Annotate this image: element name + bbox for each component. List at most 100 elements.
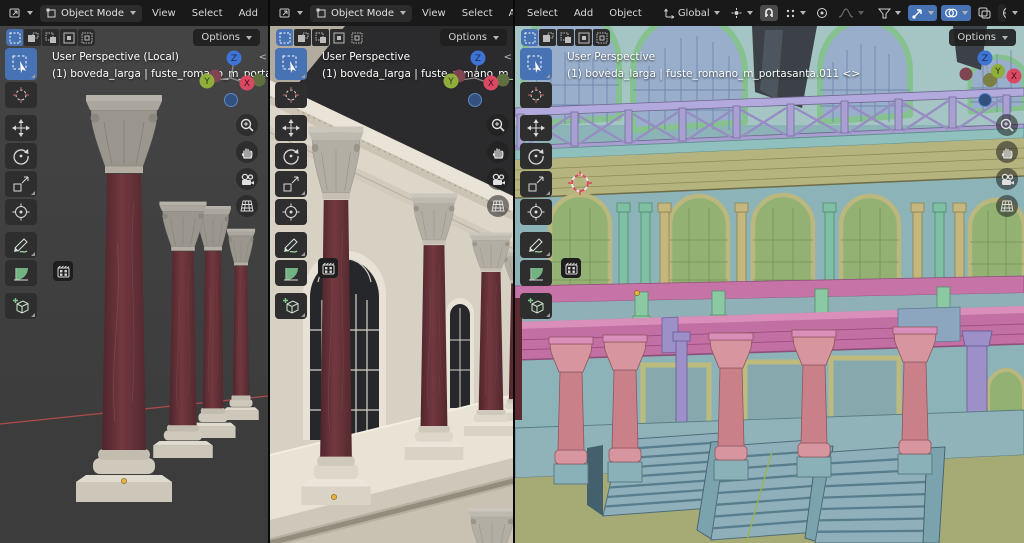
zoom-icon[interactable] (996, 114, 1018, 136)
pan-hand-icon[interactable] (487, 141, 509, 163)
tool-transform[interactable] (275, 199, 307, 225)
tool-annotate[interactable] (520, 232, 552, 258)
camera-icon[interactable] (487, 168, 509, 190)
clapper-icon[interactable] (318, 258, 338, 278)
navigation-axis-gizmo[interactable]: Z Y X (442, 50, 512, 112)
tool-measure[interactable] (5, 260, 37, 286)
zoom-icon[interactable] (236, 114, 258, 136)
tool-rotate[interactable] (275, 143, 307, 169)
tool-annotate[interactable] (5, 232, 37, 258)
axis-neg-z-ball[interactable] (979, 94, 992, 107)
transform-orientation-dropdown[interactable]: Global (660, 5, 723, 21)
select-mode-set[interactable] (6, 29, 23, 46)
tool-rotate[interactable] (5, 143, 37, 169)
menu-add[interactable]: Add (503, 6, 513, 21)
select-mode-extend[interactable] (294, 29, 311, 46)
tool-move[interactable] (5, 115, 37, 141)
axis-neg-y-ball[interactable] (253, 74, 266, 87)
snap-target-dropdown[interactable] (782, 6, 809, 21)
menu-object[interactable]: Object (603, 6, 648, 21)
orthographic-grid-icon[interactable] (996, 195, 1018, 217)
pan-hand-icon[interactable] (236, 141, 258, 163)
snap-magnet-toggle[interactable] (760, 5, 778, 21)
tool-cursor[interactable] (5, 82, 37, 108)
tool-scale[interactable] (5, 171, 37, 197)
tool-add-cube[interactable] (275, 293, 307, 319)
proportional-falloff-dropdown[interactable] (835, 5, 867, 21)
select-mode-extend[interactable] (539, 29, 556, 46)
tool-select-box[interactable] (275, 48, 307, 80)
tool-transform[interactable] (520, 199, 552, 225)
tool-move[interactable] (275, 115, 307, 141)
select-mode-subtract[interactable] (312, 29, 329, 46)
select-mode-intersect[interactable] (78, 29, 95, 46)
editor-type-button[interactable] (6, 5, 36, 21)
tool-add-cube[interactable] (5, 293, 37, 319)
tool-select-box[interactable] (5, 48, 37, 80)
shading-dropdown-chevron[interactable] (1012, 11, 1018, 15)
object-type-visibility-dropdown[interactable] (875, 5, 904, 21)
axis-neg-z-ball[interactable] (225, 94, 238, 107)
tool-select-box[interactable] (520, 48, 552, 80)
chevron-down-icon (747, 11, 753, 15)
select-mode-set[interactable] (276, 29, 293, 46)
gizmos-dropdown[interactable] (908, 5, 937, 21)
shading-wireframe-button[interactable] (998, 4, 1006, 22)
select-mode-extend[interactable] (24, 29, 41, 46)
viewport-3d-scene-3[interactable] (515, 0, 1024, 543)
navigation-axis-gizmo[interactable]: Z Y X (952, 50, 1022, 112)
axis-neg-z-ball[interactable] (469, 94, 482, 107)
snap-magnet-icon (763, 7, 775, 19)
tool-scale[interactable] (275, 171, 307, 197)
options-dropdown[interactable]: Options (193, 29, 260, 46)
mode-dropdown[interactable]: Object Mode (310, 5, 412, 22)
tool-cursor[interactable] (275, 82, 307, 108)
toggle-xray-button[interactable] (975, 5, 994, 21)
menu-view[interactable]: View (416, 6, 452, 21)
zoom-icon[interactable] (487, 114, 509, 136)
clapper-icon[interactable] (561, 258, 581, 278)
axis-neg-y-ball[interactable] (497, 74, 510, 87)
orthographic-grid-icon[interactable] (487, 195, 509, 217)
tool-annotate[interactable] (275, 232, 307, 258)
select-mode-subtract[interactable] (557, 29, 574, 46)
menu-add[interactable]: Add (568, 6, 599, 21)
select-mode-intersect[interactable] (593, 29, 610, 46)
select-mode-subtract[interactable] (42, 29, 59, 46)
camera-icon[interactable] (996, 168, 1018, 190)
menu-select[interactable]: Select (186, 6, 229, 21)
navigation-axis-gizmo[interactable]: Z Y X (198, 50, 268, 112)
mode-dropdown[interactable]: Object Mode (40, 5, 142, 22)
orthographic-grid-icon[interactable] (236, 195, 258, 217)
select-mode-intersect[interactable] (348, 29, 365, 46)
editor-type-button[interactable] (276, 5, 306, 21)
overlays-dropdown[interactable] (941, 5, 971, 21)
tool-scale[interactable] (520, 171, 552, 197)
options-dropdown[interactable]: Options (949, 29, 1016, 46)
select-mode-invert[interactable] (60, 29, 77, 46)
options-dropdown[interactable]: Options (440, 29, 507, 46)
tool-add-cube[interactable] (520, 293, 552, 319)
tool-measure[interactable] (275, 260, 307, 286)
pivot-point-dropdown[interactable] (727, 5, 756, 21)
clapper-icon[interactable] (53, 261, 73, 281)
tool-cursor[interactable] (520, 82, 552, 108)
tool-rotate[interactable] (520, 143, 552, 169)
pan-hand-icon[interactable] (996, 141, 1018, 163)
proportional-editing-toggle[interactable] (813, 5, 831, 21)
menu-select[interactable]: Select (521, 6, 564, 21)
select-mode-invert[interactable] (330, 29, 347, 46)
camera-icon[interactable] (236, 168, 258, 190)
tool-transform[interactable] (5, 199, 37, 225)
axis-neg-x-ball[interactable] (960, 68, 973, 81)
chevron-down-icon (27, 11, 33, 15)
select-mode-invert[interactable] (575, 29, 592, 46)
menu-view[interactable]: View (146, 6, 182, 21)
chevron-down-icon (858, 11, 864, 15)
tool-measure[interactable] (520, 260, 552, 286)
select-mode-set[interactable] (521, 29, 538, 46)
tool-move[interactable] (520, 115, 552, 141)
menu-select[interactable]: Select (456, 6, 499, 21)
chevron-down-icon (714, 11, 720, 15)
menu-add[interactable]: Add (233, 6, 264, 21)
